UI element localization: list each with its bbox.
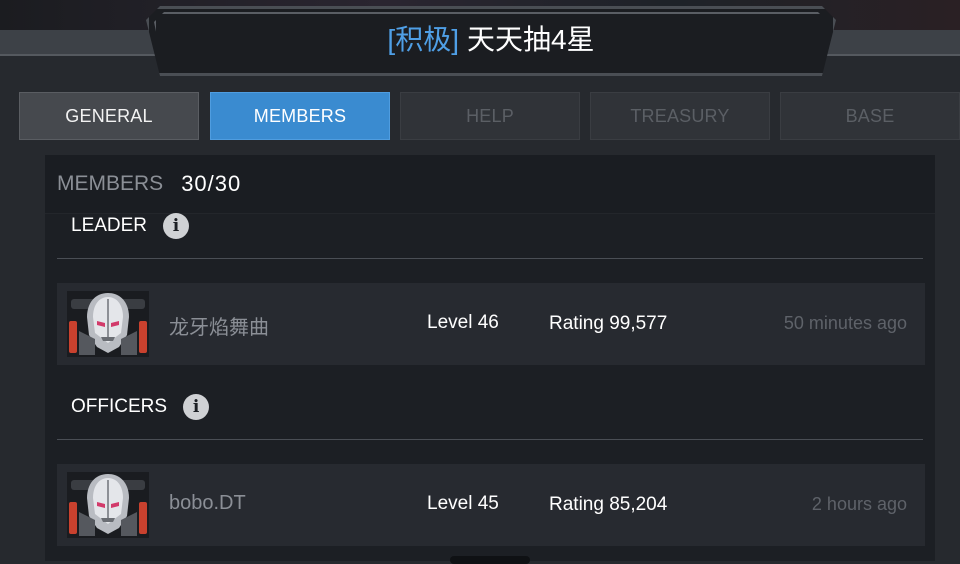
tab-treasury[interactable]: TREASURY: [590, 92, 770, 140]
ultron-avatar-icon: [67, 291, 149, 357]
member-last-seen: 2 hours ago: [811, 494, 907, 514]
member-level: Level 45: [427, 493, 499, 514]
info-icon[interactable]: i: [163, 213, 190, 239]
member-name: 龙牙焰舞曲: [169, 317, 269, 339]
alliance-tag: [积极]: [387, 24, 459, 55]
alliance-title: [积极] 天天抽4星: [146, 20, 836, 60]
member-row[interactable]: bobo.DT Level 45 Rating 85,204 2 hours a…: [57, 464, 925, 546]
officers-divider: [57, 439, 923, 440]
member-level: Level 46: [427, 312, 499, 333]
members-count: 30/30: [181, 171, 242, 196]
member-last-seen: 50 minutes ago: [783, 313, 907, 333]
member-row[interactable]: 龙牙焰舞曲 Level 46 Rating 99,577 50 minutes …: [57, 283, 925, 365]
members-panel: MEMBERS 30/30 LEADER i 龙牙焰舞曲 Level 46 Ra…: [45, 155, 935, 561]
info-icon[interactable]: i: [183, 394, 210, 420]
members-header: MEMBERS 30/30: [45, 155, 935, 214]
leader-section-title: LEADER i: [71, 213, 190, 239]
leader-label: LEADER: [71, 215, 148, 236]
alliance-name: 天天抽4星: [466, 24, 595, 55]
tab-general[interactable]: GENERAL: [19, 92, 199, 140]
tab-help[interactable]: HELP: [400, 92, 580, 140]
members-label: MEMBERS: [57, 172, 164, 195]
leader-divider: [57, 258, 923, 259]
member-rating: Rating 99,577: [549, 313, 668, 334]
officers-label: OFFICERS: [71, 396, 168, 417]
tab-base[interactable]: BASE: [780, 92, 960, 140]
scroll-handle[interactable]: [450, 556, 530, 564]
ultron-avatar-icon: [67, 472, 149, 538]
member-name: bobo.DT: [169, 492, 246, 514]
member-rating: Rating 85,204: [549, 494, 668, 515]
officers-section-title: OFFICERS i: [71, 394, 210, 420]
tab-members[interactable]: MEMBERS: [210, 92, 390, 140]
tab-bar: GENERAL MEMBERS HELP TREASURY BASE: [19, 92, 960, 142]
